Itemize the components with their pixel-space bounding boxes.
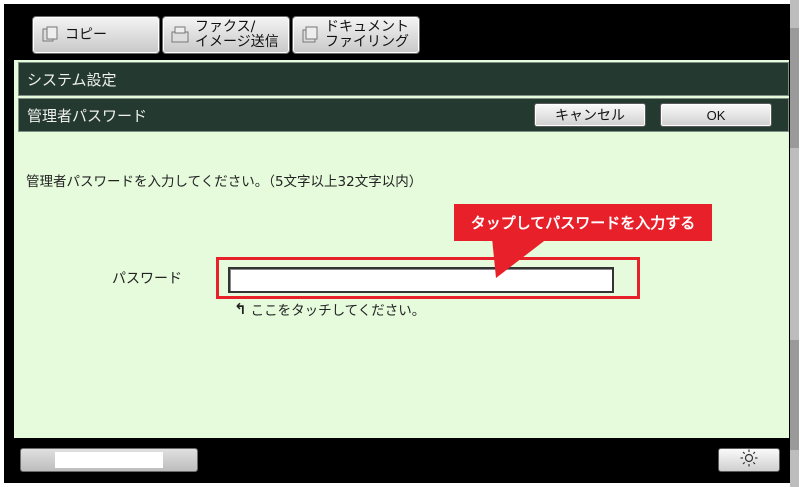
right-rail: [790, 0, 799, 487]
tap-callout: タップしてパスワードを入力する: [454, 204, 712, 241]
touch-hint: ↰ ここをタッチしてください。: [234, 299, 425, 319]
tab-fax-label-line1: ファクス/: [195, 19, 256, 35]
password-label: パスワード: [112, 271, 182, 287]
brightness-button[interactable]: [718, 448, 780, 472]
tab-copy[interactable]: コピー: [32, 16, 160, 54]
tab-copy-label: コピー: [65, 27, 107, 43]
tab-fax-image-send[interactable]: ファクス/ イメージ送信: [162, 16, 290, 54]
tab-fax-label-line2: イメージ送信: [195, 34, 279, 50]
callout-pointer: [492, 238, 548, 278]
document-filing-icon: [299, 24, 321, 46]
page-title: システム設定: [18, 62, 789, 96]
touch-hint-text: ここをタッチしてください。: [250, 303, 426, 319]
cancel-button[interactable]: キャンセル: [534, 103, 646, 127]
scroll-thumb[interactable]: [55, 452, 163, 468]
tab-document-filing[interactable]: ドキュメント ファイリング: [292, 16, 420, 54]
input-highlight: [216, 257, 640, 299]
tab-document-label-line1: ドキュメント: [325, 19, 409, 35]
brightness-icon: [740, 449, 758, 472]
fax-icon: [169, 24, 191, 46]
ok-button[interactable]: OK: [660, 103, 772, 127]
copy-icon: [39, 24, 61, 46]
return-arrow-icon: ↰: [234, 300, 247, 318]
bottom-scroll-bar[interactable]: [20, 448, 198, 472]
tab-document-label-line2: ファイリング: [325, 34, 409, 50]
instruction-text: 管理者パスワードを入力してください。（5文字以上32文字以内）: [26, 174, 423, 190]
